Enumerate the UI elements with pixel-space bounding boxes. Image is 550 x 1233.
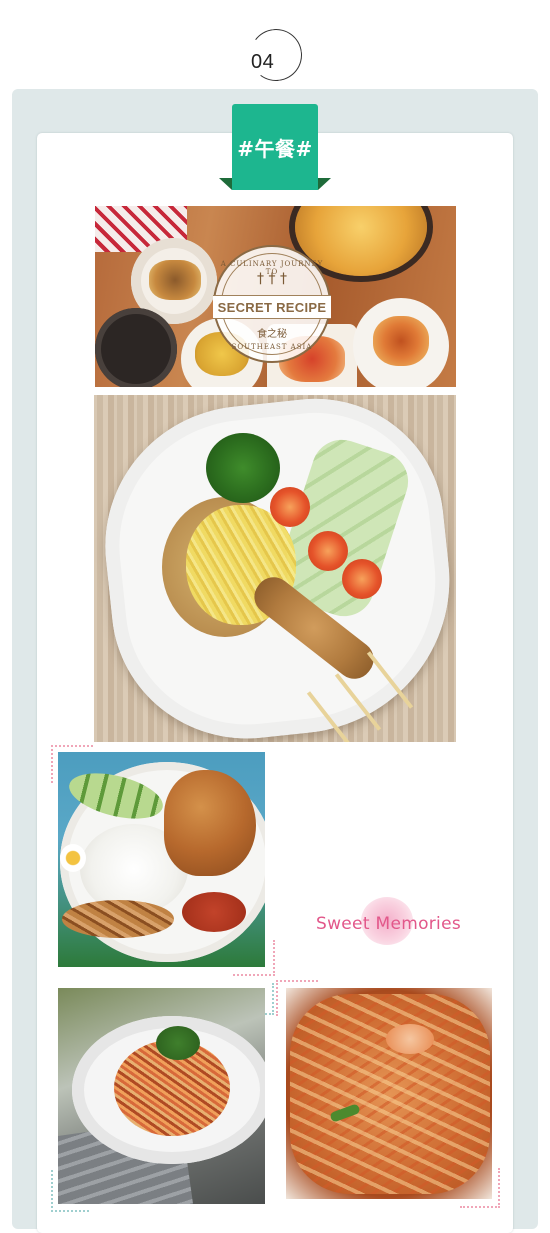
sweet-memories-caption: Sweet Memories <box>316 914 461 934</box>
restaurant-spread-photo: A CULINARY JOURNEY TO † † † SECRET RECIP… <box>95 206 456 387</box>
nasi-goreng-photo <box>94 395 456 742</box>
tag-fold-left <box>219 178 232 190</box>
dotted-corner-decoration <box>233 940 275 976</box>
lunch-tag: #午餐# <box>232 104 318 190</box>
dotted-corner-decoration <box>51 1170 89 1212</box>
herb-garnish <box>156 1026 200 1060</box>
fried-chicken <box>164 770 256 876</box>
dark-plate <box>95 308 177 387</box>
spaghetti-photo <box>58 988 265 1204</box>
logo-arc-bottom: SOUTHEAST ASIA <box>231 343 313 351</box>
logo-brand: SECRET RECIPE <box>213 295 331 319</box>
anchovies-peanuts <box>62 900 174 938</box>
sambal-sauce <box>182 892 246 932</box>
dotted-corner-decoration <box>460 1168 500 1208</box>
fried-noodles <box>290 994 490 1194</box>
meatball-plate <box>353 298 449 387</box>
section-number: 04 <box>251 51 275 73</box>
tomato-slice <box>270 487 310 527</box>
tag-fold-right <box>318 178 331 190</box>
boiled-egg <box>60 844 86 872</box>
secret-recipe-logo: A CULINARY JOURNEY TO † † † SECRET RECIP… <box>213 245 331 363</box>
chicken-rice-photo <box>58 752 265 967</box>
tomato-slice <box>308 531 348 571</box>
logo-cn-name: 食之秘 <box>257 329 287 340</box>
cutlery-icon: † † † <box>257 271 287 287</box>
shrimp <box>386 1024 434 1054</box>
tomato-slice <box>342 559 382 599</box>
parsley-garnish <box>206 433 280 503</box>
